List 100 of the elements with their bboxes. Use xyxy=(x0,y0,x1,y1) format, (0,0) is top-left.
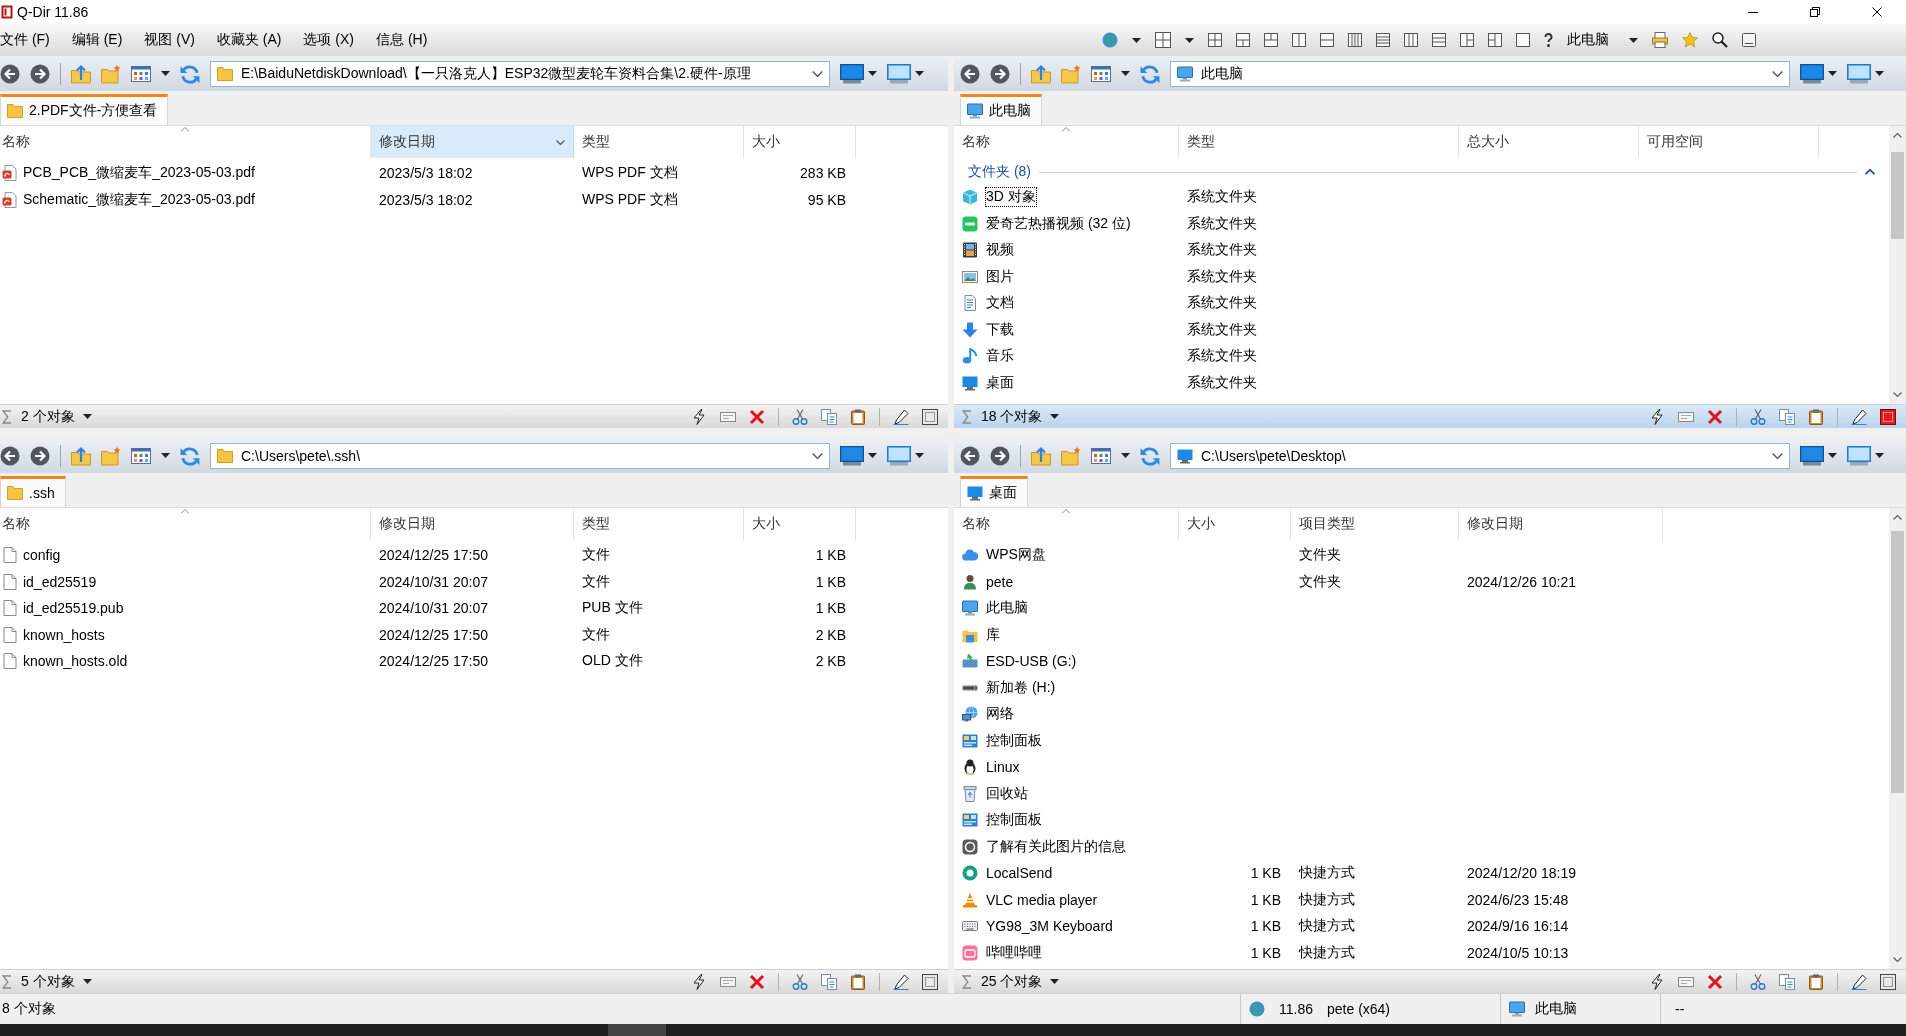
frame-icon[interactable] xyxy=(1880,973,1896,990)
location-dropdown[interactable]: 此电脑 xyxy=(1567,31,1638,49)
file-name[interactable]: 视频 xyxy=(986,241,1014,260)
layout-icon[interactable] xyxy=(1348,33,1362,47)
clipboard-icon[interactable] xyxy=(850,408,866,425)
view-grid-icon[interactable] xyxy=(1091,63,1111,84)
file-name[interactable]: PCB_PCB_微缩麦车_2023-05-03.pdf xyxy=(23,164,255,183)
column-header[interactable]: 修改日期 xyxy=(371,126,574,158)
column-header[interactable]: 大小 xyxy=(744,126,856,158)
file-name[interactable]: 3D 对象 xyxy=(986,188,1036,207)
caret-icon[interactable] xyxy=(1121,71,1130,76)
scroll-down-icon[interactable] xyxy=(1893,392,1902,397)
envelope-icon[interactable] xyxy=(720,411,736,422)
chevron-icon[interactable] xyxy=(1865,169,1875,175)
object-count-button[interactable]: 5 个对象 xyxy=(21,972,92,991)
chevron-icon[interactable] xyxy=(1772,70,1783,77)
forward-icon[interactable] xyxy=(30,63,50,84)
refresh-icon[interactable] xyxy=(180,445,200,466)
cross-icon[interactable] xyxy=(1707,973,1723,990)
column-header[interactable]: 类型 xyxy=(574,508,744,540)
file-name[interactable]: WPS网盘 xyxy=(986,546,1046,565)
menu-item[interactable]: 收藏夹 (A) xyxy=(216,31,282,49)
file-name[interactable]: known_hosts xyxy=(23,626,105,643)
layout-icon[interactable] xyxy=(1264,33,1278,47)
clipboard-icon[interactable] xyxy=(1808,973,1824,990)
layout-icon[interactable] xyxy=(1488,33,1502,47)
back-icon[interactable] xyxy=(0,63,20,84)
menu-item[interactable]: 视图 (V) xyxy=(144,31,195,49)
scissors-icon[interactable] xyxy=(792,408,808,425)
layout-icon[interactable] xyxy=(1432,33,1446,47)
monitor-icon[interactable] xyxy=(1800,63,1824,84)
lightning-icon[interactable] xyxy=(691,973,707,990)
view-grid-icon[interactable] xyxy=(131,63,151,84)
file-name[interactable]: pete xyxy=(986,573,1014,590)
layout-icon[interactable] xyxy=(1516,33,1530,47)
file-name[interactable]: 爱奇艺热播视频 (32 位) xyxy=(986,214,1131,233)
caret-icon[interactable] xyxy=(868,71,877,76)
file-name[interactable]: LocalSend xyxy=(986,865,1053,882)
forward-icon[interactable] xyxy=(990,445,1010,466)
tab[interactable]: 2.PDF文件-方便查看 xyxy=(0,94,169,125)
pencil-icon[interactable] xyxy=(1851,973,1867,990)
layout-icon[interactable] xyxy=(1460,33,1474,47)
address-field[interactable]: E:\BaiduNetdiskDownload\【一只洛克人】ESP32微型麦轮车资料合集\2.硬件-原理 xyxy=(210,60,830,87)
menu-item[interactable]: 信息 (H) xyxy=(376,31,428,49)
column-header[interactable]: 修改日期 xyxy=(1459,508,1663,540)
layout-icon[interactable] xyxy=(1320,33,1334,47)
monitor-icon[interactable] xyxy=(1847,445,1871,466)
window-icon[interactable] xyxy=(1742,33,1756,47)
scrollbar-thumb[interactable] xyxy=(1891,531,1904,794)
tab[interactable]: 此电脑 xyxy=(960,94,1042,125)
minimize-icon[interactable] xyxy=(1748,11,1758,13)
file-name[interactable]: id_ed25519.pub xyxy=(23,600,124,617)
forward-icon[interactable] xyxy=(990,63,1010,84)
caret-icon[interactable] xyxy=(1050,414,1060,419)
folder-up-icon[interactable] xyxy=(71,445,91,466)
layout-icon[interactable] xyxy=(1292,33,1306,47)
caret-icon[interactable] xyxy=(1828,71,1837,76)
column-header[interactable]: 名称 xyxy=(0,508,371,540)
object-count-button[interactable]: 25 个对象 xyxy=(981,972,1060,991)
cross-icon[interactable] xyxy=(749,408,765,425)
monitor-icon[interactable] xyxy=(840,445,864,466)
cross-icon[interactable] xyxy=(1707,408,1723,425)
scrollbar-thumb[interactable] xyxy=(1891,152,1904,239)
caret-icon[interactable] xyxy=(915,71,924,76)
address-field[interactable]: C:\Users\pete\.ssh\ xyxy=(210,442,830,469)
file-name[interactable]: 图片 xyxy=(986,267,1014,286)
menu-item[interactable]: 选项 (X) xyxy=(303,31,354,49)
close-icon[interactable] xyxy=(1872,7,1882,17)
file-name[interactable]: 此电脑 xyxy=(986,599,1028,618)
lightning-icon[interactable] xyxy=(1649,408,1665,425)
lightning-icon[interactable] xyxy=(691,408,707,425)
column-header[interactable]: 类型 xyxy=(574,126,744,158)
column-header[interactable]: 总大小 xyxy=(1459,126,1639,158)
chevron-icon[interactable] xyxy=(812,452,823,459)
copy-icon[interactable] xyxy=(1779,408,1795,425)
caret-icon[interactable] xyxy=(1050,979,1060,984)
copy-icon[interactable] xyxy=(821,973,837,990)
file-name[interactable]: id_ed25519 xyxy=(23,573,97,590)
file-name[interactable]: 回收站 xyxy=(986,784,1028,803)
layout-icon[interactable] xyxy=(1404,33,1418,47)
file-name[interactable]: 库 xyxy=(986,625,1000,644)
file-name[interactable]: 控制面板 xyxy=(986,731,1042,750)
caret-icon[interactable] xyxy=(82,979,92,984)
group-label[interactable]: 文件夹 (8) xyxy=(968,163,1031,181)
file-name[interactable]: 新加卷 (H:) xyxy=(986,678,1056,697)
file-name[interactable]: Schematic_微缩麦车_2023-05-03.pdf xyxy=(23,190,255,209)
monitor-icon[interactable] xyxy=(887,445,911,466)
file-name[interactable]: YG98_3M Keyboard xyxy=(986,918,1113,935)
view-grid-icon[interactable] xyxy=(1091,445,1111,466)
back-icon[interactable] xyxy=(0,445,20,466)
refresh-icon[interactable] xyxy=(180,63,200,84)
globe-icon[interactable] xyxy=(1102,32,1118,48)
refresh-icon[interactable] xyxy=(1140,445,1160,466)
file-name[interactable]: known_hosts.old xyxy=(23,653,128,670)
caret-icon[interactable] xyxy=(1629,37,1638,43)
caret-icon[interactable] xyxy=(1132,37,1141,43)
copy-icon[interactable] xyxy=(1779,973,1795,990)
caret-icon[interactable] xyxy=(868,453,877,458)
monitor-icon[interactable] xyxy=(887,63,911,84)
file-name[interactable]: 了解有关此图片的信息 xyxy=(986,837,1126,856)
